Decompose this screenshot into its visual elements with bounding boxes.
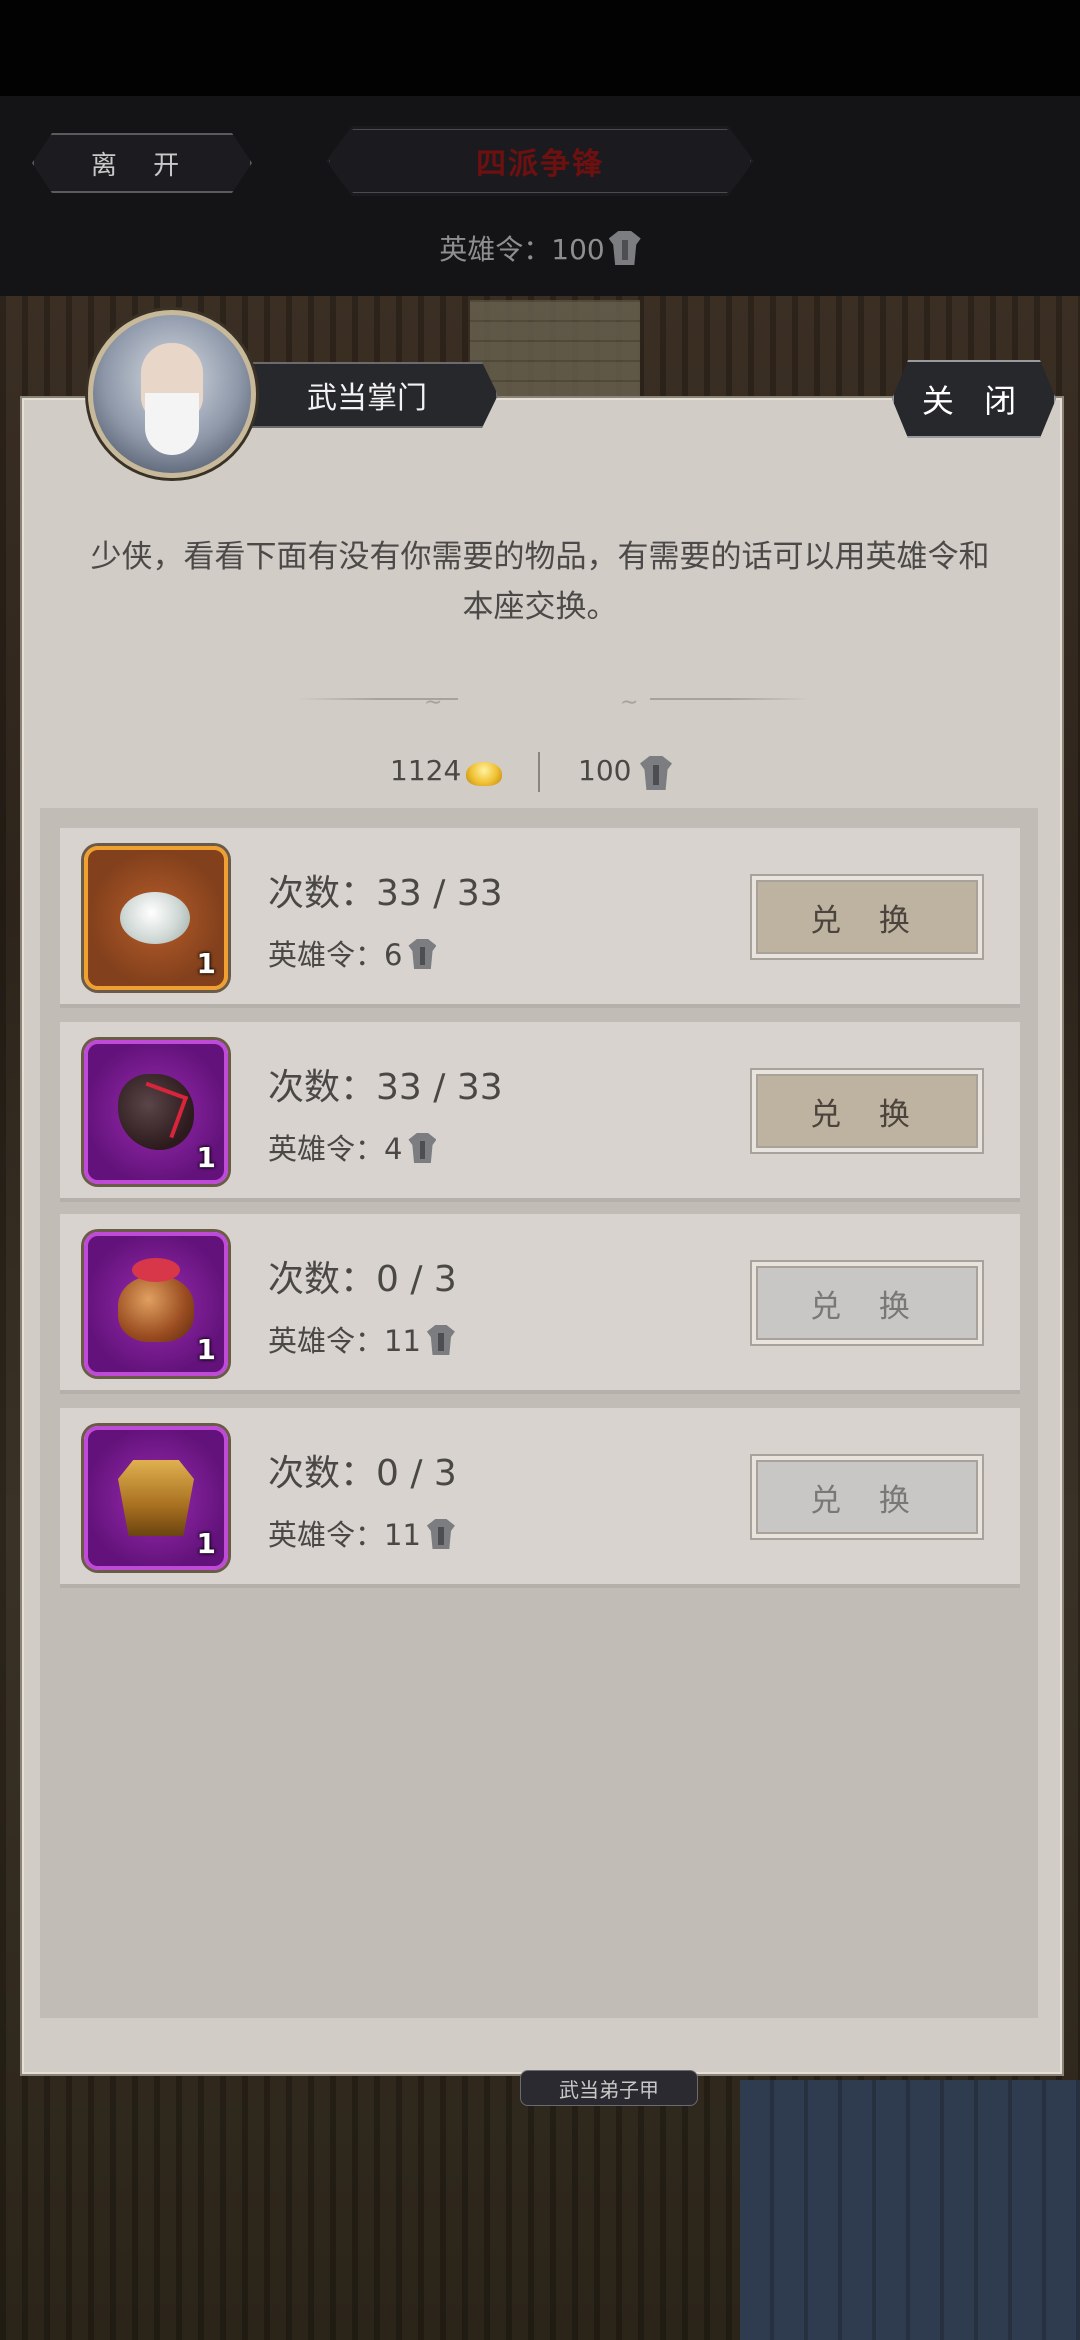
list-item: 1 次数：33 / 33 英雄令：6 兑 换	[60, 828, 1020, 1008]
list-item: 1 次数：0 / 3 英雄令：11 兑 换	[60, 1214, 1020, 1394]
wine-jar-icon	[118, 1258, 194, 1342]
npc-avatar	[88, 310, 256, 478]
exchange-button[interactable]: 兑 换	[750, 874, 984, 960]
exchange-count: 次数：33 / 33	[268, 1067, 503, 1108]
exchange-cost-text: 英雄令：11	[268, 1324, 421, 1358]
hero-token-icon	[640, 756, 672, 790]
currency-row: 1124 100	[0, 752, 1080, 796]
exchange-cost: 英雄令：4	[268, 1126, 437, 1168]
hero-token-balance-text: 英雄令：100	[439, 233, 605, 266]
page-title: 四派争锋	[326, 126, 754, 196]
status-bar	[0, 0, 1080, 96]
npc-message: 少侠，看看下面有没有你需要的物品，有需要的话可以用英雄令和本座交换。	[90, 539, 990, 625]
hero-token-icon	[408, 1133, 437, 1163]
leave-button[interactable]: 离 开	[32, 133, 252, 193]
gold-ingot-icon	[466, 762, 502, 786]
hero-token-amount: 100	[578, 754, 632, 787]
ore-stone-icon	[118, 1074, 194, 1150]
exchange-cost: 英雄令：11	[268, 1512, 455, 1554]
exchange-cost-text: 英雄令：4	[268, 1132, 403, 1166]
item-slot[interactable]: 1	[84, 846, 228, 990]
item-slot[interactable]: 1	[84, 1040, 228, 1184]
divider-ornament-left: ∼	[424, 690, 443, 715]
npc-beard	[145, 393, 199, 455]
exchange-count: 次数：0 / 3	[268, 1453, 457, 1494]
gold-amount: 1124	[390, 754, 462, 787]
divider-right	[650, 698, 810, 700]
jade-ring-icon	[120, 892, 190, 944]
currency-separator	[538, 752, 540, 792]
exchange-button[interactable]: 兑 换	[750, 1068, 984, 1154]
item-slot[interactable]: 1	[84, 1232, 228, 1376]
item-slot[interactable]: 1	[84, 1426, 228, 1570]
npc-name-tag: 武当弟子甲	[520, 2070, 698, 2106]
exchange-cost: 英雄令：6	[268, 932, 437, 974]
list-item: 1 次数：33 / 33 英雄令：4 兑 换	[60, 1022, 1020, 1202]
hero-token-icon	[608, 231, 641, 265]
exchange-cost-text: 英雄令：6	[268, 938, 403, 972]
hero-token-icon	[408, 939, 437, 969]
exchange-count: 次数：33 / 33	[268, 873, 503, 914]
page-title-text: 四派争锋	[476, 147, 604, 182]
item-quantity: 1	[196, 1333, 216, 1366]
hero-token-icon	[426, 1519, 455, 1549]
item-quantity: 1	[196, 1141, 216, 1174]
exchange-button[interactable]: 兑 换	[750, 1454, 984, 1540]
exchange-count: 次数：0 / 3	[268, 1259, 457, 1300]
exchange-button[interactable]: 兑 换	[750, 1260, 984, 1346]
golden-armor-icon	[118, 1460, 194, 1536]
background-roof	[740, 2080, 1080, 2340]
hero-token-balance: 英雄令：100	[0, 228, 1080, 268]
item-quantity: 1	[196, 1527, 216, 1560]
npc-name-plate: 武当掌门	[236, 362, 498, 428]
exchange-cost: 英雄令：11	[268, 1318, 455, 1360]
hero-token-icon	[426, 1325, 455, 1355]
exchange-cost-text: 英雄令：11	[268, 1518, 421, 1552]
divider-ornament-right: ∼	[620, 690, 639, 715]
item-quantity: 1	[196, 947, 216, 980]
close-button[interactable]: 关 闭	[892, 360, 1056, 438]
list-item: 1 次数：0 / 3 英雄令：11 兑 换	[60, 1408, 1020, 1588]
